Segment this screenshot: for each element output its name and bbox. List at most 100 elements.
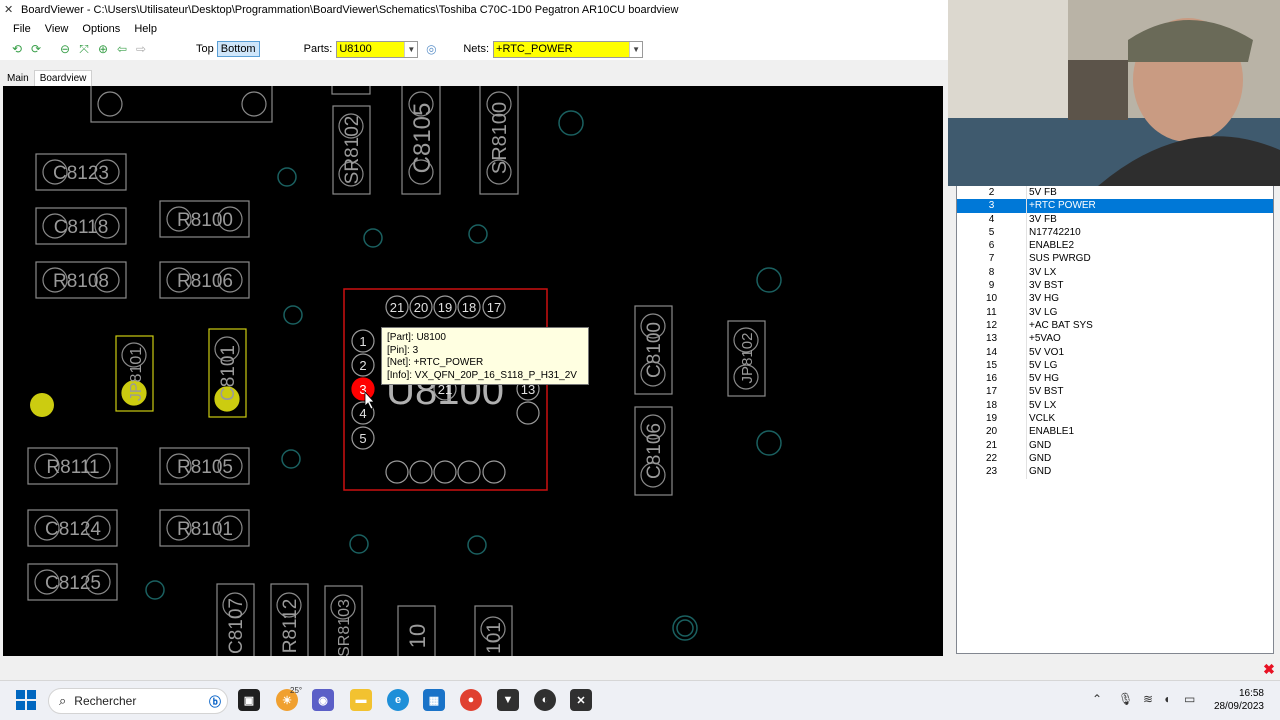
menu-file[interactable]: File bbox=[6, 23, 38, 35]
pin-table-row[interactable]: 10 3V HG bbox=[957, 292, 1273, 306]
wifi-icon[interactable]: ≋ bbox=[1143, 692, 1153, 706]
chevron-up-icon[interactable]: ⌃ bbox=[1092, 692, 1102, 706]
pin-20[interactable]: 21 bbox=[385, 295, 409, 319]
pin-table-row[interactable]: 19 VCLK bbox=[957, 412, 1273, 426]
pin-2[interactable]: 2 bbox=[351, 353, 375, 377]
part-101[interactable]: 101 bbox=[474, 605, 513, 656]
parts-combo[interactable]: U8100 ▼ bbox=[336, 40, 419, 58]
microphone-icon[interactable]: 🎙 bbox=[1118, 692, 1133, 706]
pin-table-row[interactable]: 11 3V LG bbox=[957, 305, 1273, 319]
part-r8112[interactable]: R8112 bbox=[270, 583, 309, 656]
pin-table-row[interactable]: 9 3V BST bbox=[957, 279, 1273, 293]
pin-table-row[interactable]: 3 +RTC POWER bbox=[957, 199, 1273, 213]
tab-boardview[interactable]: Boardview bbox=[33, 70, 93, 86]
menu-options[interactable]: Options bbox=[75, 23, 127, 35]
file-explorer-icon[interactable]: ▬ bbox=[350, 689, 372, 711]
task-view-icon[interactable]: ▣ bbox=[238, 689, 260, 711]
pin-table-row[interactable]: 2 5V FB bbox=[957, 186, 1273, 200]
pin-table-row[interactable]: 8 3V LX bbox=[957, 265, 1273, 280]
part-c8105[interactable]: C8105 bbox=[401, 86, 441, 195]
part-c8100[interactable]: C8100 bbox=[634, 305, 673, 395]
bottom-side-button[interactable]: Bottom bbox=[216, 41, 260, 57]
pin-table-row[interactable]: 16 5V HG bbox=[957, 372, 1273, 386]
app-icon-2[interactable]: ◐ bbox=[534, 689, 556, 711]
pin-table-row[interactable]: 13 +5VAO bbox=[957, 332, 1273, 346]
pin-3[interactable]: 3 bbox=[351, 377, 375, 401]
part-c8118[interactable]: C8118 bbox=[35, 207, 127, 245]
pin-table-row[interactable]: 4 3V FB bbox=[957, 212, 1273, 226]
close-icon[interactable]: ✖ bbox=[1262, 662, 1276, 676]
part-sr8100[interactable]: SR8100 bbox=[479, 86, 519, 195]
part-10[interactable]: 10 bbox=[397, 605, 436, 656]
bing-icon[interactable]: ⓑ bbox=[209, 693, 221, 710]
search-box[interactable]: ⌕ Rechercher ⓑ bbox=[48, 688, 228, 714]
part-r8111[interactable]: R8111 bbox=[27, 447, 118, 485]
clock[interactable]: 16:58 28/09/2023 bbox=[1204, 687, 1264, 713]
part-sr8103[interactable]: SR8103 bbox=[324, 585, 363, 656]
pin-19[interactable]: 20 bbox=[409, 295, 433, 319]
lightbulb-icon[interactable]: ◎ bbox=[422, 41, 440, 57]
edge-icon[interactable]: e bbox=[387, 689, 409, 711]
part-c8107[interactable]: C8107 bbox=[216, 583, 255, 656]
component-outline[interactable] bbox=[90, 86, 273, 123]
chevron-down-icon[interactable]: ▼ bbox=[404, 41, 418, 57]
pin-number: 12 bbox=[957, 318, 1027, 333]
pin-table-row[interactable]: 5 N17742210 bbox=[957, 225, 1273, 240]
menu-help[interactable]: Help bbox=[127, 23, 164, 35]
pin-17[interactable]: 18 bbox=[457, 295, 481, 319]
windows-start-icon[interactable] bbox=[16, 690, 36, 710]
pin-table-row[interactable]: 6 ENABLE2 bbox=[957, 239, 1273, 253]
app-icon[interactable]: ▼ bbox=[497, 689, 519, 711]
chat-icon[interactable]: ◉ bbox=[312, 689, 334, 711]
part-c8101[interactable]: C8101 bbox=[208, 328, 247, 418]
pin-table-row[interactable]: 18 5V LX bbox=[957, 398, 1273, 413]
part-r8108[interactable]: R8108 bbox=[35, 261, 127, 299]
menu-view[interactable]: View bbox=[38, 23, 76, 35]
pin-table-row[interactable]: 22 GND bbox=[957, 451, 1273, 466]
part-c8125[interactable]: C8125 bbox=[27, 563, 118, 601]
part-c8123[interactable]: C8123 bbox=[35, 153, 127, 191]
part-r8105[interactable]: R8105 bbox=[159, 447, 250, 485]
part-c8124[interactable]: C8124 bbox=[27, 509, 118, 547]
pin-table-row[interactable]: 17 5V BST bbox=[957, 385, 1273, 399]
chrome-icon[interactable]: ● bbox=[460, 689, 482, 711]
store-icon[interactable]: ▦ bbox=[423, 689, 445, 711]
fit-view-icon[interactable]: ⤧ bbox=[75, 41, 93, 57]
pin-table-row[interactable]: 7 SUS PWRGD bbox=[957, 252, 1273, 266]
part-r8100[interactable]: R8100 bbox=[159, 200, 250, 238]
pin-1[interactable]: 1 bbox=[351, 329, 375, 353]
part-c8106[interactable]: C8106 bbox=[634, 406, 673, 496]
pin-5[interactable]: 5 bbox=[351, 426, 375, 450]
part-r8106[interactable]: R8106 bbox=[159, 261, 250, 299]
boardviewer-taskbar-icon[interactable]: ✕ bbox=[570, 689, 592, 711]
tab-main[interactable]: Main bbox=[2, 70, 34, 86]
battery-icon[interactable]: ▭ bbox=[1184, 692, 1195, 706]
rotate-right-icon[interactable]: ⟳ bbox=[27, 41, 45, 57]
svg-text:SR8103: SR8103 bbox=[336, 599, 353, 656]
pin-table-row[interactable]: 14 5V VO1 bbox=[957, 345, 1273, 359]
pin-table-row[interactable]: 12 +AC BAT SYS bbox=[957, 318, 1273, 333]
arrow-right-icon[interactable]: ⇨ bbox=[132, 41, 150, 57]
rotate-left-icon[interactable]: ⟲ bbox=[8, 41, 26, 57]
part-jp8101[interactable]: JP8101 bbox=[115, 335, 154, 412]
top-side-button[interactable]: Top bbox=[193, 41, 217, 57]
part-u8100[interactable]: U8100 21 20 19 18 17 1 2 3 4 5 15 14 13 … bbox=[343, 288, 548, 491]
pin-table-row[interactable]: 20 ENABLE1 bbox=[957, 425, 1273, 439]
part-jp8102[interactable]: JP8102 bbox=[727, 320, 766, 397]
part-r8101[interactable]: R8101 bbox=[159, 509, 250, 547]
nets-combo[interactable]: +RTC_POWER ▼ bbox=[493, 40, 644, 58]
chevron-down-icon[interactable]: ▼ bbox=[629, 41, 643, 57]
arrow-left-icon[interactable]: ⇦ bbox=[113, 41, 131, 57]
pin-table-row[interactable]: 21 GND bbox=[957, 438, 1273, 452]
volume-icon[interactable]: ◖ bbox=[1163, 692, 1170, 706]
zoom-in-icon[interactable]: ⊕ bbox=[94, 41, 112, 57]
pin-number: 15 bbox=[957, 358, 1027, 373]
pin-net-list[interactable]: 2 5V FB 3 +RTC POWER 4 3V FB 5 N17742210 6 ENABLE… bbox=[956, 186, 1274, 654]
pin-18[interactable]: 19 bbox=[433, 295, 457, 319]
net-via-highlight[interactable] bbox=[30, 393, 54, 417]
pin-table-row[interactable]: 23 GND bbox=[957, 465, 1273, 479]
part-sr8102[interactable]: SR8102 bbox=[332, 105, 371, 195]
zoom-out-icon[interactable]: ⊖ bbox=[56, 41, 74, 57]
pin-16[interactable]: 17 bbox=[482, 295, 506, 319]
pin-table-row[interactable]: 15 5V LG bbox=[957, 358, 1273, 373]
